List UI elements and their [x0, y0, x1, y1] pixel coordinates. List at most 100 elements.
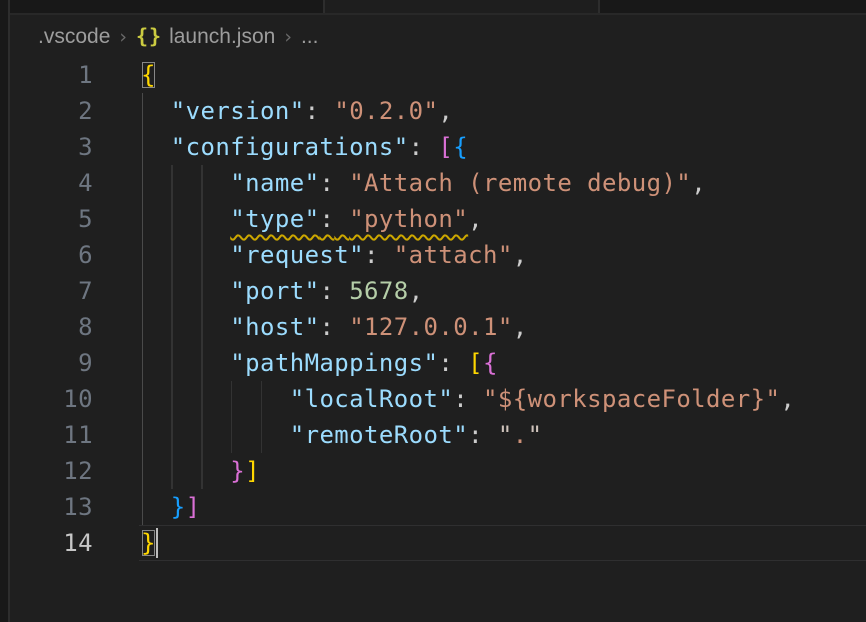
- code-token: [141, 493, 171, 521]
- code-token: [483, 421, 498, 449]
- line-number[interactable]: 4: [12, 165, 93, 201]
- code-token: :: [453, 385, 468, 413]
- code-token: :: [319, 313, 334, 341]
- code-token: [141, 349, 230, 377]
- code-line[interactable]: 9 "pathMappings": [{: [12, 345, 866, 381]
- line-number[interactable]: 11: [12, 417, 93, 453]
- code-token: }: [230, 457, 245, 485]
- code-token: "attach": [394, 241, 513, 269]
- code-token: [453, 349, 468, 377]
- code-token: ,: [691, 169, 706, 197]
- code-line[interactable]: 10 "localRoot": "${workspaceFolder}",: [12, 381, 866, 417]
- code-token: ,: [438, 97, 453, 125]
- code-text: "type": "python",: [141, 201, 483, 237]
- code-token: [379, 241, 394, 269]
- code-line[interactable]: 8 "host": "127.0.0.1",: [12, 309, 866, 345]
- sidebar-edge: [0, 0, 10, 622]
- code-token: "${workspaceFolder}": [483, 385, 780, 413]
- code-token: [334, 169, 349, 197]
- code-token: [468, 385, 483, 413]
- code-token: [141, 241, 230, 269]
- line-number[interactable]: 8: [12, 309, 93, 345]
- code-token: "name": [230, 169, 319, 197]
- breadcrumb-symbol-ellipsis[interactable]: ...: [301, 25, 319, 48]
- code-token: ,: [513, 313, 528, 341]
- code-token: [: [468, 349, 483, 377]
- code-text: "host": "127.0.0.1",: [141, 309, 528, 345]
- code-line[interactable]: 13 }]: [12, 489, 866, 525]
- matched-bracket: }: [141, 529, 156, 557]
- code-line[interactable]: 14}: [12, 525, 866, 561]
- code-token: :: [319, 205, 334, 233]
- code-token: [141, 97, 171, 125]
- code-token: }: [171, 493, 186, 521]
- line-number[interactable]: 9: [12, 345, 93, 381]
- code-token: [141, 133, 171, 161]
- line-number[interactable]: 13: [12, 489, 93, 525]
- code-token: :: [364, 241, 379, 269]
- line-number[interactable]: 5: [12, 201, 93, 237]
- code-token: {: [453, 133, 468, 161]
- code-token: ,: [409, 277, 424, 305]
- code-editor[interactable]: 1{2 "version": "0.2.0",3 "configurations…: [12, 57, 866, 561]
- code-token: [141, 313, 230, 341]
- code-line[interactable]: 6 "request": "attach",: [12, 237, 866, 273]
- line-number[interactable]: 2: [12, 93, 93, 129]
- code-text: "remoteRoot": ".": [141, 417, 543, 453]
- breadcrumb-folder[interactable]: .vscode: [38, 25, 110, 48]
- code-token: "pathMappings": [230, 349, 438, 377]
- code-token: ]: [245, 457, 260, 485]
- line-number[interactable]: 6: [12, 237, 93, 273]
- code-token: "version": [171, 97, 305, 125]
- line-number[interactable]: 7: [12, 273, 93, 309]
- code-line[interactable]: 11 "remoteRoot": ".": [12, 417, 866, 453]
- line-number[interactable]: 3: [12, 129, 93, 165]
- code-token: "127.0.0.1": [349, 313, 513, 341]
- code-token: "configurations": [171, 133, 409, 161]
- code-token: ": [498, 421, 513, 449]
- code-line[interactable]: 7 "port": 5678,: [12, 273, 866, 309]
- code-token: "type": [230, 205, 319, 233]
- code-text: "version": "0.2.0",: [141, 93, 453, 129]
- code-token: [319, 97, 334, 125]
- code-token: [141, 169, 230, 197]
- code-line[interactable]: 3 "configurations": [{: [12, 129, 866, 165]
- code-line[interactable]: 5 "type": "python",: [12, 201, 866, 237]
- code-text: "port": 5678,: [141, 273, 424, 309]
- code-token: {: [483, 349, 498, 377]
- code-text: "name": "Attach (remote debug)",: [141, 165, 706, 201]
- line-number[interactable]: 14: [12, 525, 93, 561]
- code-token: "python": [349, 205, 468, 233]
- code-token: "remoteRoot": [290, 421, 468, 449]
- tab-separator: [323, 0, 325, 13]
- code-token: [141, 385, 290, 413]
- code-token: [334, 205, 349, 233]
- chevron-right-icon: ›: [119, 26, 127, 48]
- code-line[interactable]: 1{: [12, 57, 866, 93]
- code-text: }]: [141, 489, 201, 525]
- code-text: {: [141, 57, 156, 93]
- code-token: ": [528, 421, 543, 449]
- code-token: "port": [230, 277, 319, 305]
- code-token: [334, 313, 349, 341]
- code-token: :: [319, 169, 334, 197]
- code-token: ,: [780, 385, 795, 413]
- code-text: "configurations": [{: [141, 129, 468, 165]
- code-token: ,: [513, 241, 528, 269]
- code-token: [: [438, 133, 453, 161]
- code-line[interactable]: 4 "name": "Attach (remote debug)",: [12, 165, 866, 201]
- code-line[interactable]: 2 "version": "0.2.0",: [12, 93, 866, 129]
- code-token: ,: [468, 205, 483, 233]
- vscode-editor-window: .vscode›{}launch.json›... 1{2 "version":…: [0, 0, 866, 622]
- tab-bar[interactable]: [10, 0, 866, 13]
- code-token: :: [409, 133, 424, 161]
- active-tab-edge[interactable]: [323, 0, 598, 13]
- breadcrumb-file[interactable]: launch.json: [169, 25, 275, 48]
- code-line[interactable]: 12 }]: [12, 453, 866, 489]
- tab-separator: [598, 0, 600, 13]
- chevron-right-icon: ›: [284, 26, 292, 48]
- line-number[interactable]: 12: [12, 453, 93, 489]
- code-token: :: [305, 97, 320, 125]
- line-number[interactable]: 10: [12, 381, 93, 417]
- line-number[interactable]: 1: [12, 57, 93, 93]
